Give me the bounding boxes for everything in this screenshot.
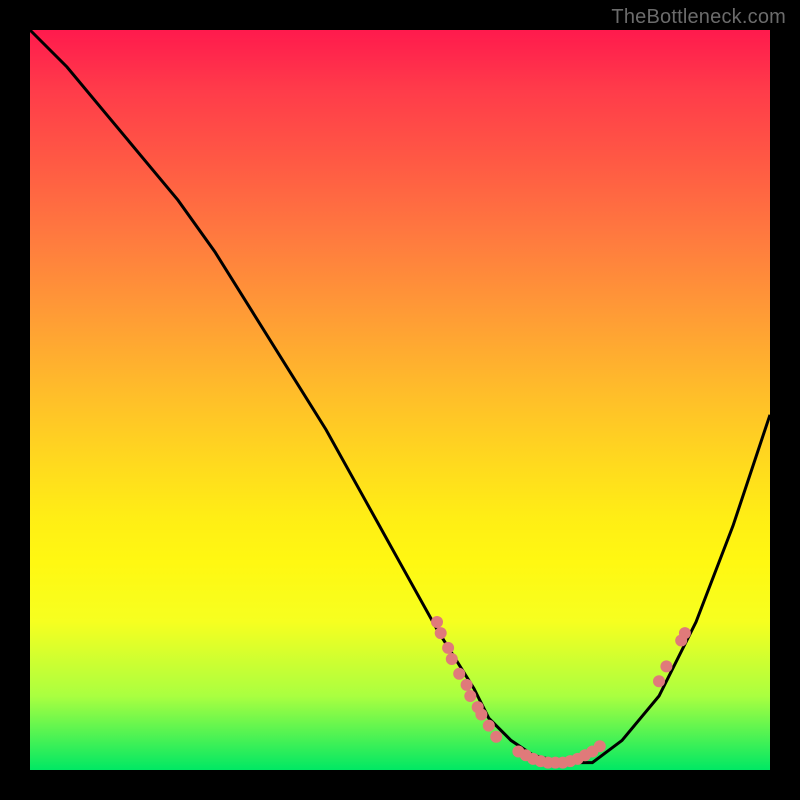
data-marker: [594, 740, 606, 752]
data-marker: [435, 627, 447, 639]
data-marker: [653, 675, 665, 687]
bottleneck-curve: [30, 30, 770, 763]
data-marker: [431, 616, 443, 628]
data-marker: [490, 731, 502, 743]
chart-svg: [30, 30, 770, 770]
data-marker: [475, 709, 487, 721]
data-marker: [453, 668, 465, 680]
watermark-text: TheBottleneck.com: [611, 6, 786, 29]
data-marker: [461, 679, 473, 691]
plot-area: [30, 30, 770, 770]
data-marker: [660, 660, 672, 672]
data-marker: [679, 627, 691, 639]
data-marker: [446, 653, 458, 665]
chart-frame: TheBottleneck.com: [0, 0, 800, 800]
data-marker: [442, 642, 454, 654]
data-marker: [464, 690, 476, 702]
data-marker: [483, 720, 495, 732]
marker-group: [431, 616, 691, 769]
